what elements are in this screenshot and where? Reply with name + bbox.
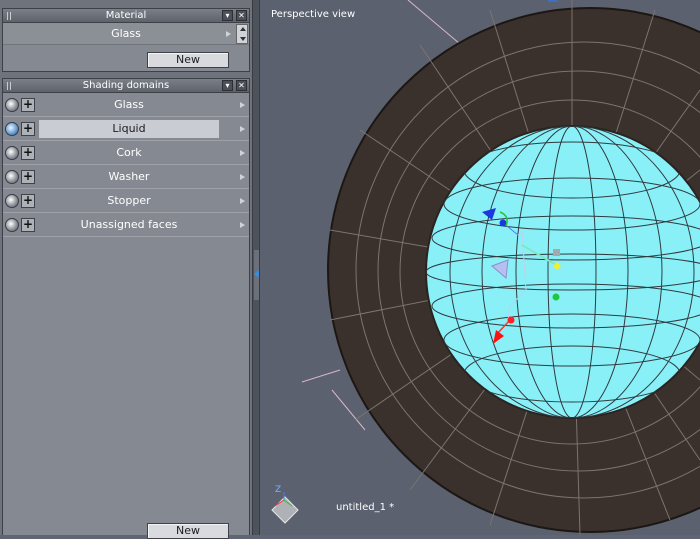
material-selected-label: Glass <box>111 27 141 40</box>
collapse-panel-icon[interactable] <box>254 250 259 300</box>
material-panel-title: Material <box>105 10 147 21</box>
domain-row-cork[interactable]: + Cork <box>3 141 249 165</box>
material-panel-header[interactable]: Material ▾ ✕ <box>3 9 249 23</box>
add-icon[interactable]: + <box>21 218 35 232</box>
add-icon[interactable]: + <box>21 146 35 160</box>
close-icon[interactable]: ✕ <box>236 10 247 21</box>
shading-domains-header[interactable]: Shading domains ▾ ✕ <box>3 79 249 93</box>
left-panel: Material ▾ ✕ Glass New Shading domains ▾… <box>0 0 252 539</box>
domain-row-unassigned[interactable]: + Unassigned faces <box>3 213 249 237</box>
domain-row-liquid[interactable]: + Liquid <box>3 117 249 141</box>
material-selector[interactable]: Glass <box>3 23 249 45</box>
collapse-icon[interactable]: ▾ <box>222 80 233 91</box>
expand-arrow-icon[interactable] <box>240 126 245 132</box>
domain-label[interactable]: Stopper <box>39 192 219 210</box>
viewport-scene[interactable] <box>260 0 700 535</box>
visibility-icon[interactable] <box>5 98 19 112</box>
collapse-icon[interactable]: ▾ <box>222 10 233 21</box>
material-panel: Material ▾ ✕ Glass New <box>2 8 250 72</box>
domain-label[interactable]: Cork <box>39 144 219 162</box>
add-icon[interactable]: + <box>21 170 35 184</box>
add-icon[interactable]: + <box>21 98 35 112</box>
domain-label[interactable]: Glass <box>39 96 219 114</box>
expand-arrow-icon[interactable] <box>226 31 231 37</box>
visibility-icon[interactable] <box>5 218 19 232</box>
domain-row-washer[interactable]: + Washer <box>3 165 249 189</box>
add-icon[interactable]: + <box>21 194 35 208</box>
domain-label[interactable]: Unassigned faces <box>39 216 219 234</box>
domain-row-glass[interactable]: + Glass <box>3 93 249 117</box>
expand-arrow-icon[interactable] <box>240 174 245 180</box>
visibility-icon[interactable] <box>5 170 19 184</box>
shading-domains-panel: Shading domains ▾ ✕ + Glass + Liquid + C… <box>2 78 250 539</box>
material-scroll-stepper[interactable] <box>236 24 248 44</box>
visibility-icon[interactable] <box>5 122 19 136</box>
document-name: untitled_1 * <box>336 502 395 513</box>
expand-arrow-icon[interactable] <box>240 198 245 204</box>
grip-icon[interactable] <box>7 82 13 90</box>
visibility-icon[interactable] <box>5 146 19 160</box>
visibility-icon[interactable] <box>5 194 19 208</box>
domain-label[interactable]: Washer <box>39 168 219 186</box>
add-icon[interactable]: + <box>21 122 35 136</box>
expand-arrow-icon[interactable] <box>240 222 245 228</box>
expand-arrow-icon[interactable] <box>240 102 245 108</box>
domain-row-stopper[interactable]: + Stopper <box>3 189 249 213</box>
expand-arrow-icon[interactable] <box>240 150 245 156</box>
panel-splitter[interactable] <box>252 0 260 535</box>
liquid-mesh[interactable] <box>425 125 700 419</box>
domain-label[interactable]: Liquid <box>39 120 219 138</box>
viewport-title: Perspective view <box>271 9 356 20</box>
close-icon[interactable]: ✕ <box>236 80 247 91</box>
axis-gizmo-icon <box>271 492 299 524</box>
perspective-viewport[interactable]: Perspective view Z untitled_1 * <box>260 0 700 535</box>
new-domain-button[interactable]: New <box>147 523 229 539</box>
grip-icon[interactable] <box>7 12 13 20</box>
shading-domains-title: Shading domains <box>82 80 170 91</box>
new-material-button[interactable]: New <box>147 52 229 68</box>
axis-z-label: Z <box>275 485 282 495</box>
